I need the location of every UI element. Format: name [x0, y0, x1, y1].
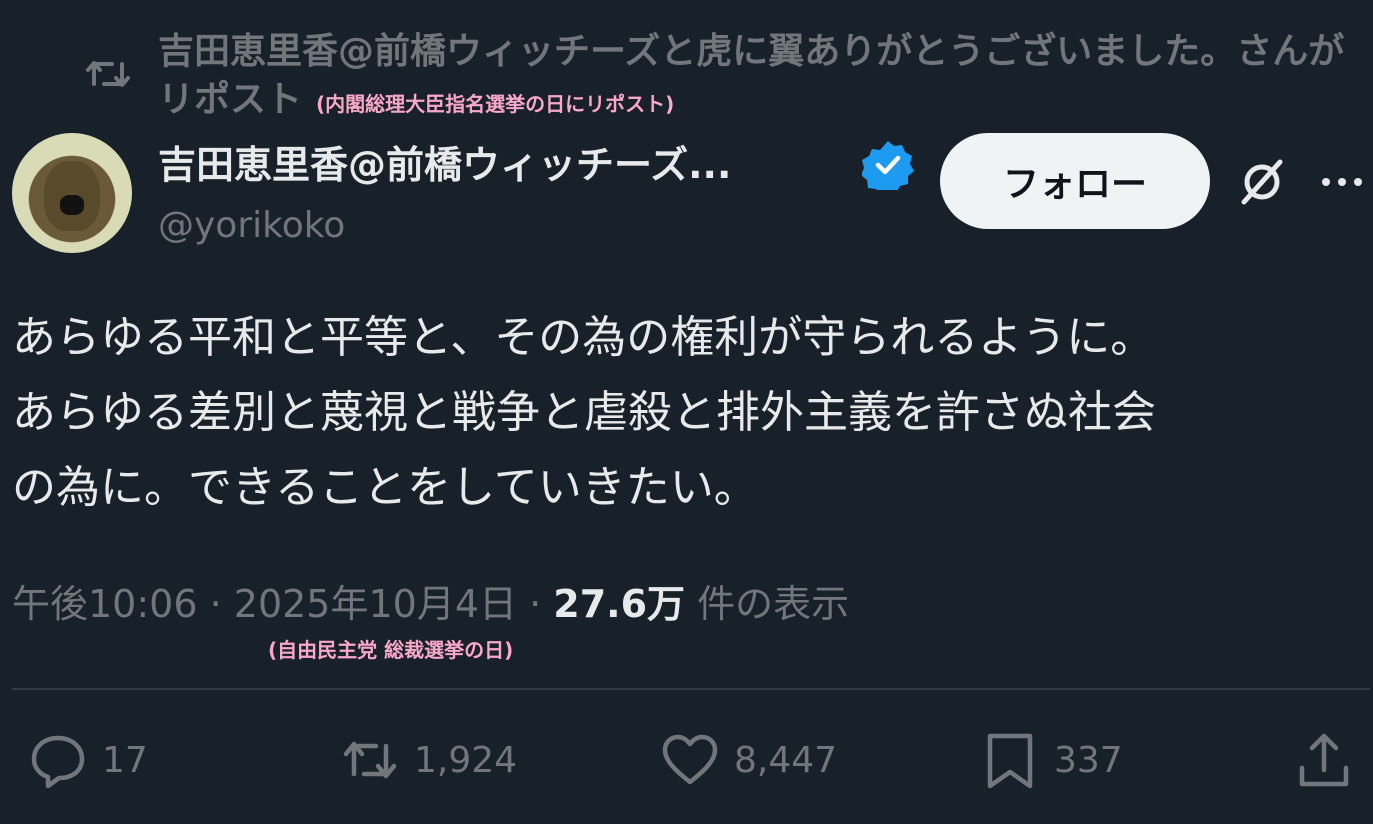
reply-count: 17 [102, 739, 148, 781]
tweet-time[interactable]: 午後10:06 [12, 582, 198, 626]
tweet-date[interactable]: 2025年10月4日 [234, 582, 517, 626]
verified-icon[interactable] [861, 138, 914, 195]
like-icon [662, 734, 718, 785]
author-handle[interactable]: @yorikoko [158, 203, 345, 249]
tweet-line: の為に。できることをしていきたい。 [12, 462, 758, 513]
share-icon [1299, 733, 1349, 787]
author-display-name[interactable]: 吉田恵里香@前橋ウィッチーズ... [158, 140, 848, 190]
share-button[interactable] [1294, 728, 1368, 792]
meta-separator: · [197, 582, 234, 626]
bookmark-button[interactable]: 337 [980, 728, 1123, 792]
more-icon[interactable] [1318, 162, 1366, 202]
repost-icon [84, 54, 132, 94]
divider [12, 688, 1370, 690]
repost-annotation: (内閣総理大臣指名選挙の日にリポスト) [316, 92, 675, 116]
tweet-meta: 午後10:06 · 2025年10月4日 · 27.6万 件の表示 [12, 576, 849, 632]
retweet-icon [343, 741, 397, 779]
bookmark-count: 337 [1054, 739, 1123, 781]
view-label[interactable]: 件の表示 [685, 582, 849, 626]
tweet-text: あらゆる平和と平等と、その為の権利が守られるように。 あらゆる差別と蔑視と戦争と… [12, 300, 1362, 525]
meta-separator: · [517, 582, 554, 626]
reply-icon [31, 735, 85, 789]
repost-banner[interactable]: 吉田恵里香@前橋ウィッチーズと虎に翼ありがとうございました。さんがリポスト (内閣… [158, 28, 1368, 128]
like-count: 8,447 [734, 739, 838, 781]
view-count[interactable]: 27.6万 [553, 582, 685, 626]
retweet-count: 1,924 [414, 739, 518, 781]
reply-button[interactable]: 17 [28, 728, 148, 792]
tweet-line: あらゆる平和と平等と、その為の権利が守られるように。 [12, 312, 1155, 363]
follow-button[interactable]: フォロー [940, 133, 1210, 229]
retweet-button[interactable]: 1,924 [340, 728, 517, 792]
like-button[interactable]: 8,447 [660, 728, 837, 792]
bookmark-icon [987, 733, 1033, 789]
avatar[interactable] [12, 133, 132, 253]
tweet-line: あらゆる差別と蔑視と戦争と虐殺と排外主義を許さぬ社会 [12, 387, 1156, 438]
date-annotation: (自由民主党 総裁選挙の日) [268, 638, 514, 662]
grok-icon[interactable] [1236, 156, 1288, 208]
